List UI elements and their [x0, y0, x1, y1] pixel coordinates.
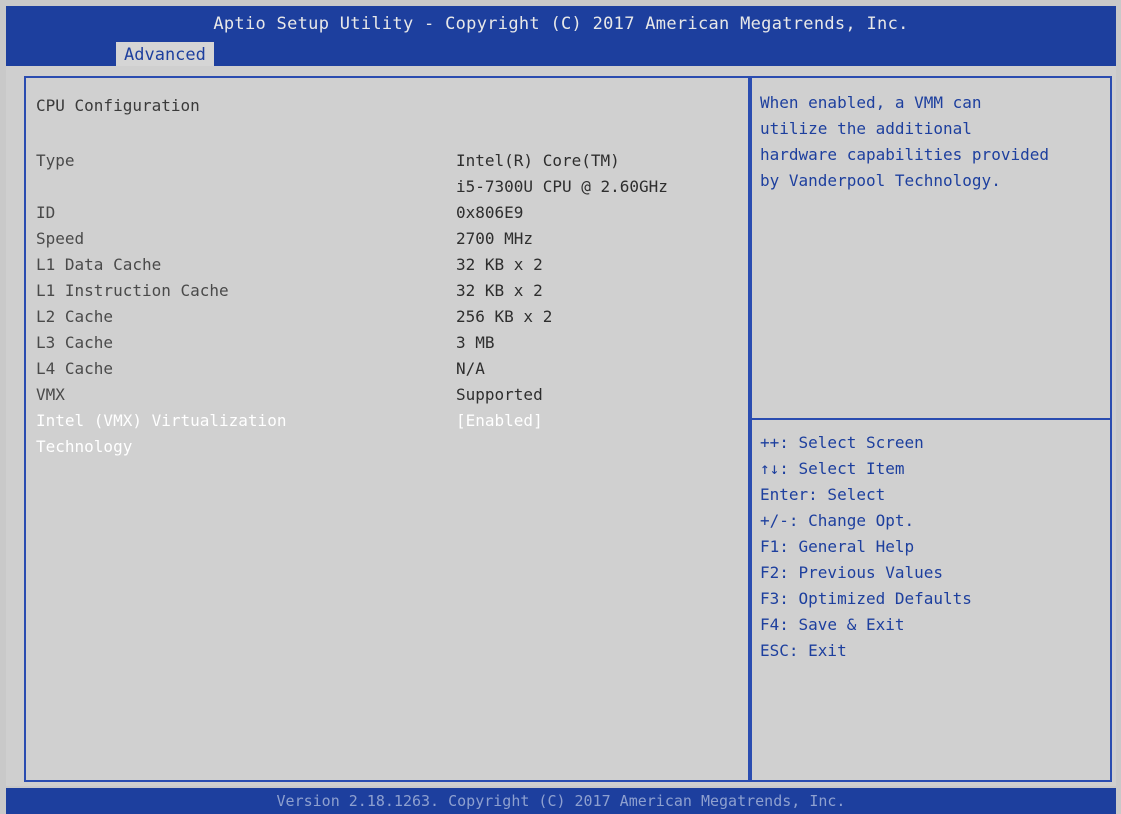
row-l2-cache: L2 Cache 256 KB x 2 — [36, 304, 736, 330]
section-title: CPU Configuration — [36, 96, 200, 115]
row-label: L1 Data Cache — [36, 255, 162, 274]
key-f1: F1: General Help — [760, 537, 915, 556]
row-value: 32 KB x 2 — [456, 255, 543, 274]
row-value: Supported — [456, 385, 543, 404]
help-line: utilize the additional — [760, 119, 972, 138]
key-legend: ++: Select Screen ↑↓: Select Item Enter:… — [760, 430, 1102, 664]
key-select-item: ↑↓: Select Item — [760, 459, 905, 478]
key-select-screen: ++: Select Screen — [760, 433, 924, 452]
row-type: Type Intel(R) Core(TM) — [36, 148, 736, 174]
row-label: L3 Cache — [36, 333, 114, 352]
row-type-cont: i5-7300U CPU @ 2.60GHz — [36, 174, 736, 200]
footer-bar: Version 2.18.1263. Copyright (C) 2017 Am… — [6, 788, 1116, 814]
row-speed: Speed 2700 MHz — [36, 226, 736, 252]
key-esc: ESC: Exit — [760, 641, 847, 660]
row-value: 256 KB x 2 — [456, 307, 553, 326]
row-label: Intel (VMX) Virtualization — [36, 411, 287, 430]
body-area: CPU Configuration Type Intel(R) Core(TM)… — [6, 66, 1116, 786]
row-value: 3 MB — [456, 333, 495, 352]
help-panel: When enabled, a VMM can utilize the addi… — [750, 76, 1112, 782]
help-line: When enabled, a VMM can — [760, 93, 982, 112]
help-text: When enabled, a VMM can utilize the addi… — [760, 90, 1102, 194]
row-value: N/A — [456, 359, 485, 378]
row-value: i5-7300U CPU @ 2.60GHz — [456, 177, 668, 196]
help-divider — [752, 418, 1110, 420]
row-value: 2700 MHz — [456, 229, 534, 248]
help-line: hardware capabilities provided — [760, 145, 1049, 164]
key-f3: F3: Optimized Defaults — [760, 589, 972, 608]
footer-text: Version 2.18.1263. Copyright (C) 2017 Am… — [276, 792, 846, 810]
row-vmx: VMX Supported — [36, 382, 736, 408]
key-change-opt: +/-: Change Opt. — [760, 511, 915, 530]
tab-advanced[interactable]: Advanced — [116, 42, 214, 66]
bios-screen: Aptio Setup Utility - Copyright (C) 2017… — [0, 0, 1121, 814]
row-label: Speed — [36, 229, 85, 248]
row-label: L1 Instruction Cache — [36, 281, 229, 300]
row-label: VMX — [36, 385, 65, 404]
row-value: Intel(R) Core(TM) — [456, 151, 620, 170]
app-title: Aptio Setup Utility - Copyright (C) 2017… — [213, 14, 909, 34]
setting-vmx-virtualization[interactable]: Intel (VMX) Virtualization [Enabled] — [36, 408, 736, 434]
help-line: by Vanderpool Technology. — [760, 171, 1001, 190]
row-l3-cache: L3 Cache 3 MB — [36, 330, 736, 356]
settings-panel: CPU Configuration Type Intel(R) Core(TM)… — [24, 76, 750, 782]
setting-vmx-virtualization-cont[interactable]: Technology — [36, 434, 736, 460]
row-id: ID 0x806E9 — [36, 200, 736, 226]
row-label: Type — [36, 151, 75, 170]
key-f4: F4: Save & Exit — [760, 615, 905, 634]
row-label: L4 Cache — [36, 359, 114, 378]
title-bar: Aptio Setup Utility - Copyright (C) 2017… — [6, 6, 1116, 66]
row-label: Technology — [36, 437, 133, 456]
row-value: 0x806E9 — [456, 203, 524, 222]
key-enter: Enter: Select — [760, 485, 886, 504]
row-label: L2 Cache — [36, 307, 114, 326]
row-value: 32 KB x 2 — [456, 281, 543, 300]
key-f2: F2: Previous Values — [760, 563, 944, 582]
row-l1-instruction-cache: L1 Instruction Cache 32 KB x 2 — [36, 278, 736, 304]
row-l1-data-cache: L1 Data Cache 32 KB x 2 — [36, 252, 736, 278]
vmx-virtualization-value[interactable]: [Enabled] — [456, 408, 543, 434]
row-l4-cache: L4 Cache N/A — [36, 356, 736, 382]
row-label: ID — [36, 203, 56, 222]
